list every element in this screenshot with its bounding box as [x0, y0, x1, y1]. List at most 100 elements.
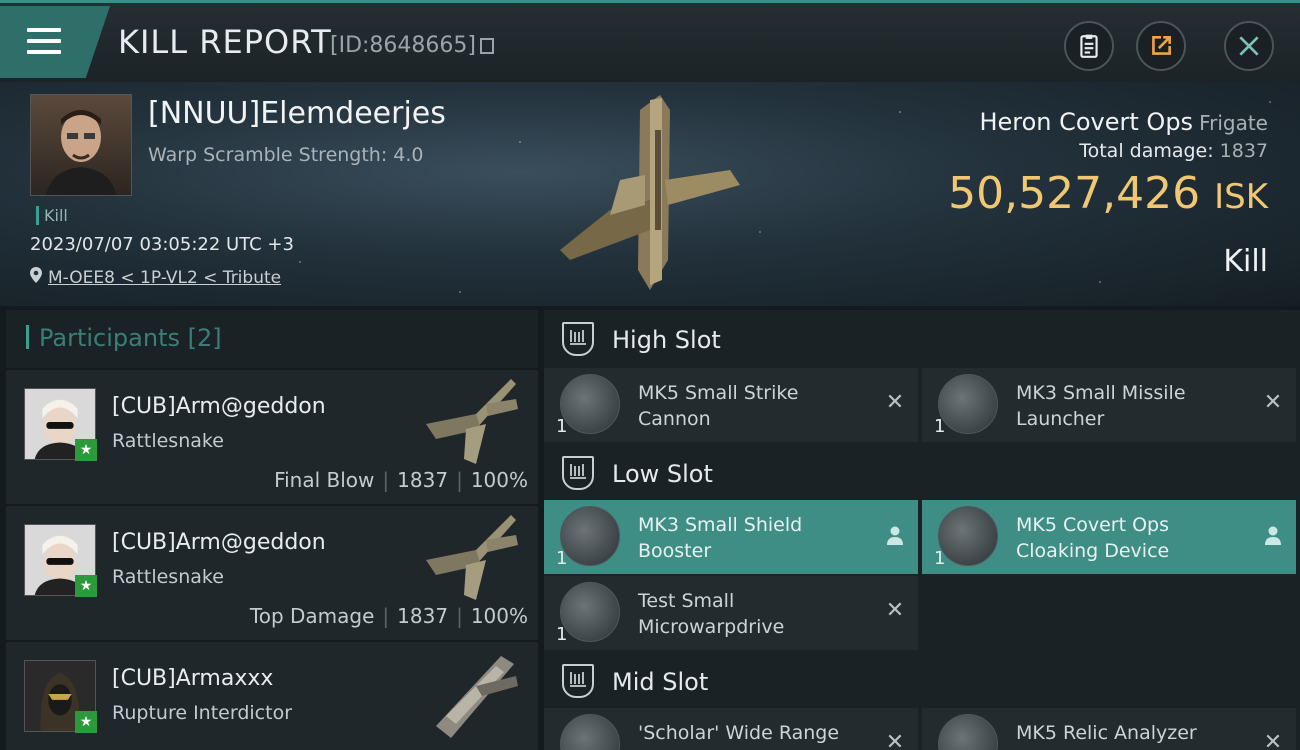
participants-header: Participants [2]: [6, 310, 538, 368]
participant-name[interactable]: [CUB]Arm@geddon: [112, 394, 326, 419]
participant-damage: 1837: [397, 604, 449, 628]
module-item[interactable]: 1 MK3 Small Shield Booster: [544, 500, 918, 574]
dropped-person-icon: [887, 526, 903, 545]
victim-ship-name: Heron Covert Ops Frigate: [979, 108, 1268, 136]
participant-percent: 100%: [470, 468, 528, 492]
high-slot-header: High Slot: [544, 310, 1300, 368]
kill-timestamp: 2023/07/07 03:05:22 UTC +3: [30, 234, 294, 255]
destroyed-icon: ✕: [885, 390, 905, 415]
module-item[interactable]: 1 Test Small Microwarpdrive ✕: [544, 576, 918, 650]
module-item[interactable]: 1 MK5 Covert Ops Cloaking Device: [922, 500, 1296, 574]
victim-avatar[interactable]: [30, 94, 132, 196]
dropped-person-icon: [1265, 526, 1281, 545]
pilot-portrait-icon: [46, 110, 116, 195]
module-name: MK5 Covert Ops Cloaking Device: [1016, 514, 1170, 562]
module-quantity: 1: [934, 416, 946, 437]
mid-slot-icon: [562, 664, 594, 698]
high-slot-label: High Slot: [612, 326, 721, 354]
participant-stats: Top Damage | 1837 | 100%: [249, 604, 528, 628]
ship-class: Frigate: [1199, 111, 1268, 135]
participant-row[interactable]: ★ [CUB]Arm@geddon Rattlesnake Final Blow…: [6, 368, 538, 504]
participant-avatar[interactable]: ★: [24, 388, 97, 461]
missile-launcher-module-icon: [938, 374, 998, 434]
total-damage-label: Total damage:: [1079, 140, 1214, 162]
shield-booster-module-icon: [560, 506, 620, 566]
victim-banner: [NNUU]Elemdeerjes Warp Scramble Strength…: [0, 82, 1300, 306]
participant-ship: Rattlesnake: [112, 566, 224, 588]
copy-icon[interactable]: [480, 38, 494, 54]
menu-button[interactable]: [0, 6, 110, 78]
star-badge-icon: ★: [75, 575, 97, 597]
participant-ship-image: [426, 515, 518, 600]
kill-location[interactable]: M-OEE8 < 1P-VL2 < Tribute: [30, 267, 281, 288]
victim-name[interactable]: [NNUU]Elemdeerjes: [148, 96, 446, 131]
module-quantity: 1: [556, 548, 568, 569]
module-item[interactable]: 1 MK5 Small Strike Cannon ✕: [544, 368, 918, 442]
cannon-module-icon: [560, 374, 620, 434]
close-button[interactable]: [1224, 21, 1274, 71]
header-bar: KILL REPORT [ID:8648665]: [0, 0, 1300, 82]
participant-row[interactable]: ★ [CUB]Armaxxx Rupture Interdictor: [6, 640, 538, 750]
clipboard-icon: [1080, 34, 1098, 58]
destroyed-icon: ✕: [1263, 390, 1283, 415]
participants-count: [2]: [187, 324, 222, 352]
module-name: 'Scholar' Wide Range: [638, 722, 840, 744]
location-link[interactable]: M-OEE8 < 1P-VL2 < Tribute: [48, 268, 281, 288]
kill-result: Kill: [1223, 244, 1268, 279]
mid-slot-header: Mid Slot: [544, 652, 1300, 710]
participant-ship: Rattlesnake: [112, 430, 224, 452]
kill-id-text: [ID:8648665]: [330, 33, 476, 58]
total-damage-value: 1837: [1219, 140, 1268, 162]
page-title: KILL REPORT: [118, 23, 332, 61]
participant-role: Top Damage: [249, 604, 375, 628]
low-slot-icon: [562, 456, 594, 490]
participant-name[interactable]: [CUB]Armaxxx: [112, 666, 273, 691]
module-name: MK5 Relic Analyzer: [1016, 722, 1197, 744]
module-name: MK5 Small Strike Cannon: [638, 382, 799, 430]
relic-analyzer-module-icon: [938, 714, 998, 750]
clipboard-button[interactable]: [1064, 21, 1114, 71]
module-quantity: 1: [556, 416, 568, 437]
module-item[interactable]: 1 'Scholar' Wide Range ✕: [544, 708, 918, 750]
hamburger-icon: [27, 28, 61, 61]
module-quantity: 1: [934, 548, 946, 569]
module-quantity: 1: [556, 624, 568, 645]
low-slot-label: Low Slot: [612, 460, 713, 488]
location-pin-icon: [30, 267, 42, 283]
star-badge-icon: ★: [75, 439, 97, 461]
participant-row[interactable]: ★ [CUB]Arm@geddon Rattlesnake Top Damage…: [6, 504, 538, 640]
destroyed-icon: ✕: [885, 730, 905, 750]
module-item[interactable]: 1 MK5 Relic Analyzer ✕: [922, 708, 1296, 750]
high-slot-icon: [562, 322, 594, 356]
participant-ship: Rupture Interdictor: [112, 702, 292, 724]
fitting-panel: High Slot 1 MK5 Small Strike Cannon ✕ 1 …: [544, 310, 1300, 750]
destroyed-icon: ✕: [885, 598, 905, 623]
share-button[interactable]: [1136, 21, 1186, 71]
participant-ship-image: [436, 656, 518, 738]
participant-role: Final Blow: [274, 468, 375, 492]
participants-label: Participants: [39, 324, 180, 352]
kill-tag: Kill: [36, 206, 68, 225]
participants-panel: Participants [2] ★ [CUB]Arm@geddon Rattl…: [6, 310, 538, 750]
participant-percent: 100%: [470, 604, 528, 628]
victim-subline: Warp Scramble Strength: 4.0: [148, 144, 424, 166]
close-icon: [1239, 36, 1259, 56]
participant-ship-image: [426, 379, 518, 464]
star-badge-icon: ★: [75, 711, 97, 733]
victim-ship-image[interactable]: [550, 90, 750, 300]
participant-avatar[interactable]: ★: [24, 524, 97, 597]
ship-name-text: Heron Covert Ops: [979, 108, 1194, 136]
total-damage: Total damage: 1837: [1079, 140, 1268, 162]
participant-name[interactable]: [CUB]Arm@geddon: [112, 530, 326, 555]
isk-amount: 50,527,426: [948, 168, 1201, 219]
participant-stats: Final Blow | 1837 | 100%: [274, 468, 528, 492]
module-name: Test Small Microwarpdrive: [638, 590, 785, 638]
kill-id[interactable]: [ID:8648665]: [330, 33, 494, 58]
mid-slot-label: Mid Slot: [612, 668, 709, 696]
header-accent-bar: [26, 325, 29, 349]
module-name: MK3 Small Shield Booster: [638, 514, 803, 562]
participant-avatar[interactable]: ★: [24, 660, 97, 733]
low-slot-header: Low Slot: [544, 444, 1300, 502]
module-item[interactable]: 1 MK3 Small Missile Launcher ✕: [922, 368, 1296, 442]
microwarpdrive-module-icon: [560, 582, 620, 642]
